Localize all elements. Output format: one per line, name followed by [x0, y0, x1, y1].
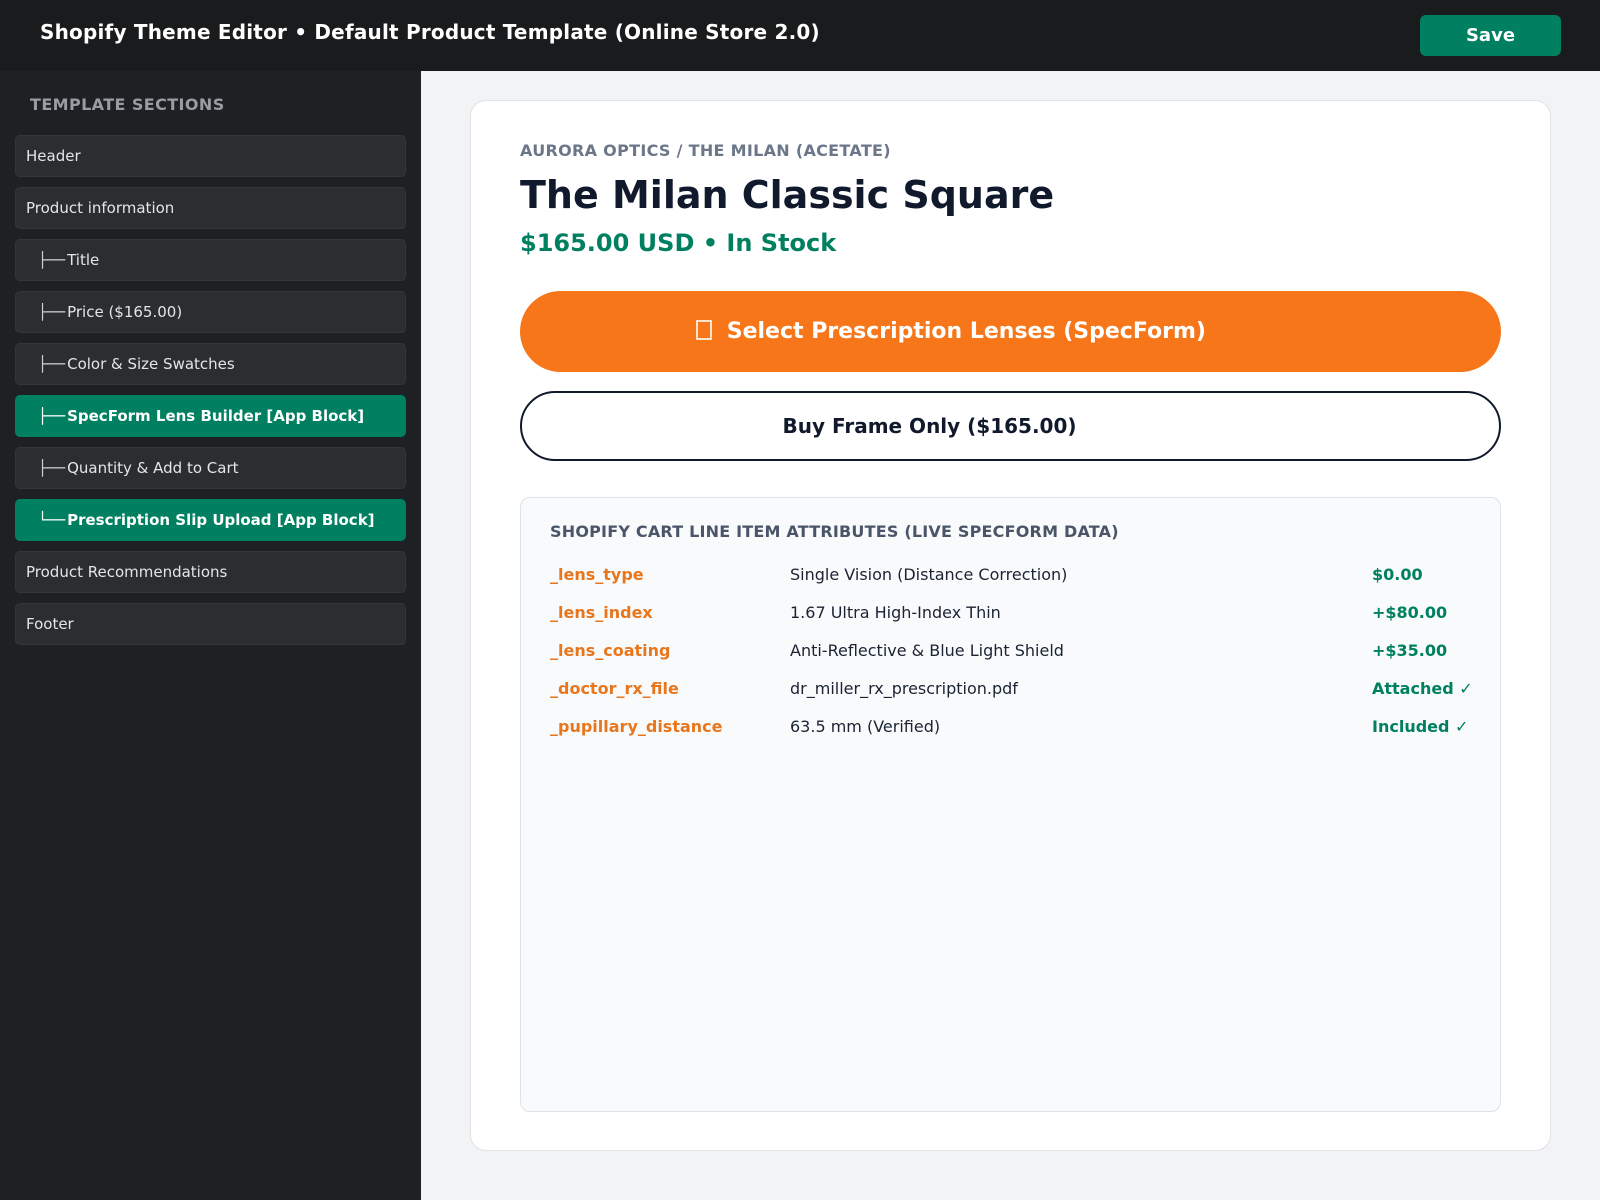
sidebar-item-header[interactable]: Header	[15, 135, 406, 177]
tree-connector: ├──	[38, 251, 66, 269]
attribute-key: _pupillary_distance	[550, 717, 723, 736]
product-card: AURORA OPTICS / THE MILAN (ACETATE) The …	[470, 100, 1551, 1151]
sidebar-item-title[interactable]: ├── Title	[15, 239, 406, 281]
attribute-price: +$35.00	[1372, 641, 1448, 660]
buy-frame-only-button[interactable]: Buy Frame Only ($165.00)	[520, 391, 1501, 461]
select-prescription-lenses-button[interactable]: Select Prescription Lenses (SpecForm)	[520, 291, 1501, 372]
price-stock-line: $165.00 USD • In Stock	[520, 229, 837, 257]
sidebar-item-label: SpecForm Lens Builder [App Block]	[67, 407, 365, 425]
tree-connector: ├──	[38, 459, 66, 477]
attribute-price: $0.00	[1372, 565, 1423, 584]
sidebar: TEMPLATE SECTIONS Header Product informa…	[0, 71, 421, 1200]
attribute-value: Anti-Reflective & Blue Light Shield	[790, 641, 1064, 660]
product-title: The Milan Classic Square	[520, 173, 1055, 217]
sidebar-item-label: Price ($165.00)	[67, 303, 183, 321]
sidebar-item-product-information[interactable]: Product information	[15, 187, 406, 229]
sidebar-item-label: Prescription Slip Upload [App Block]	[67, 511, 375, 529]
attributes-heading: SHOPIFY CART LINE ITEM ATTRIBUTES (LIVE …	[550, 522, 1119, 541]
top-bar: Shopify Theme Editor • Default Product T…	[0, 0, 1600, 71]
sidebar-item-price[interactable]: ├── Price ($165.00)	[15, 291, 406, 333]
attribute-key: _lens_coating	[550, 641, 671, 660]
attribute-row: _lens_coating Anti-Reflective & Blue Lig…	[550, 636, 1480, 666]
attribute-row: _pupillary_distance 63.5 mm (Verified) I…	[550, 712, 1480, 742]
sidebar-item-label: Title	[67, 251, 100, 269]
section-list: Header Product information ├── Title ├──…	[15, 135, 406, 655]
attribute-price: Included ✓	[1372, 717, 1469, 736]
attribute-value: Single Vision (Distance Correction)	[790, 565, 1068, 584]
sidebar-item-color-size-swatches[interactable]: ├── Color & Size Swatches	[15, 343, 406, 385]
sidebar-item-specform-lens-builder[interactable]: ├── SpecForm Lens Builder [App Block]	[15, 395, 406, 437]
sidebar-item-prescription-slip-upload[interactable]: └── Prescription Slip Upload [App Block]	[15, 499, 406, 541]
sidebar-item-quantity-add-to-cart[interactable]: ├── Quantity & Add to Cart	[15, 447, 406, 489]
tree-connector: ├──	[38, 303, 66, 321]
sidebar-heading: TEMPLATE SECTIONS	[30, 95, 225, 114]
attribute-price: +$80.00	[1372, 603, 1448, 622]
attribute-value: 1.67 Ultra High-Index Thin	[790, 603, 1001, 622]
attribute-key: _doctor_rx_file	[550, 679, 679, 698]
sidebar-item-product-recommendations[interactable]: Product Recommendations	[15, 551, 406, 593]
attribute-value: 63.5 mm (Verified)	[790, 717, 941, 736]
rx-button-label: Select Prescription Lenses (SpecForm)	[726, 319, 1206, 344]
sidebar-item-label: Footer	[26, 615, 74, 633]
attribute-price: Attached ✓	[1372, 679, 1473, 698]
sidebar-item-label: Product information	[26, 199, 175, 217]
sidebar-item-label: Product Recommendations	[26, 563, 228, 581]
attribute-row: _lens_type Single Vision (Distance Corre…	[550, 560, 1480, 590]
sidebar-item-label: Header	[26, 147, 81, 165]
sidebar-item-label: Quantity & Add to Cart	[67, 459, 239, 477]
preview-canvas: AURORA OPTICS / THE MILAN (ACETATE) The …	[421, 71, 1600, 1200]
attribute-key: _lens_type	[550, 565, 644, 584]
tree-connector: ├──	[38, 355, 66, 373]
tree-connector: └──	[38, 511, 66, 529]
app-title: Shopify Theme Editor • Default Product T…	[40, 20, 820, 44]
attribute-key: _lens_index	[550, 603, 653, 622]
attribute-value: dr_miller_rx_prescription.pdf	[790, 679, 1018, 698]
sidebar-item-footer[interactable]: Footer	[15, 603, 406, 645]
attribute-row: _doctor_rx_file dr_miller_rx_prescriptio…	[550, 674, 1480, 704]
tree-connector: ├──	[38, 407, 66, 425]
eyeglasses-icon	[695, 319, 727, 344]
breadcrumb: AURORA OPTICS / THE MILAN (ACETATE)	[520, 141, 891, 160]
attribute-row: _lens_index 1.67 Ultra High-Index Thin +…	[550, 598, 1480, 628]
sidebar-item-label: Color & Size Swatches	[67, 355, 235, 373]
cart-attributes-panel: SHOPIFY CART LINE ITEM ATTRIBUTES (LIVE …	[520, 497, 1501, 1112]
save-button[interactable]: Save	[1420, 15, 1561, 56]
